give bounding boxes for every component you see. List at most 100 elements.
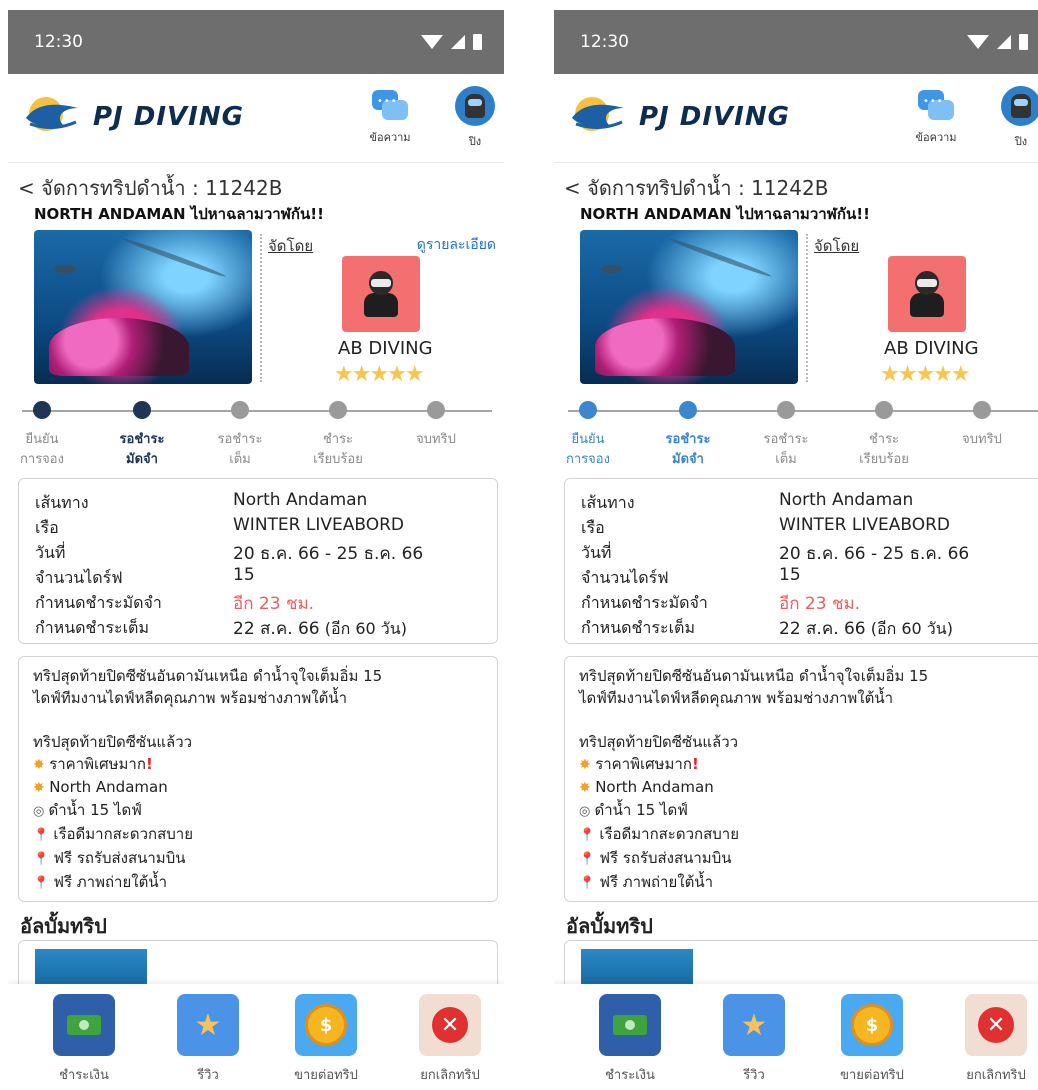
organizer-name: AB DIVING	[884, 338, 979, 359]
breadcrumb[interactable]: < จัดการทริปดำน้ำ : 11242B	[564, 172, 828, 204]
timeline-step-label: ยืนยัน การจอง	[566, 432, 610, 467]
app-header: PJ DIVING ••• ข้อความ ปิง	[554, 74, 1038, 163]
info-value: 20 ธ.ค. 66 - 25 ธ.ค. 66	[233, 544, 424, 564]
trip-info-card: เส้นทาง North Andaman เรือ WINTER LIVEABORD…	[18, 478, 498, 644]
status-time: 12:30	[580, 32, 629, 52]
info-label: กำหนดชำระมัดจำ	[581, 593, 708, 612]
info-label: จำนวนไดร์ฟ	[35, 568, 123, 587]
chat-icon: •••	[918, 90, 954, 122]
description-bullet: ✸ ราคาพิเศษมาก!	[579, 755, 699, 773]
pay-button[interactable]: ชำระเงิน	[34, 994, 134, 1085]
breadcrumb[interactable]: < จัดการทริปดำน้ำ : 11242B	[18, 172, 282, 204]
user-name: ปิง	[468, 135, 482, 148]
messages-label: ข้อความ	[915, 131, 957, 144]
nav-label: ยกเลิกทริป	[966, 1068, 1026, 1083]
view-details-link[interactable]: ดูรายละเอียด	[417, 234, 496, 256]
organizer-logo[interactable]	[342, 256, 420, 332]
diver-icon	[908, 271, 946, 317]
messages-button[interactable]: ••• ข้อความ	[908, 86, 964, 146]
screen-blue-timeline: 12:30 PJ DIVING ••• ข้อความ ปิง < จัดการ…	[554, 10, 1038, 1090]
description-bullet: ✸ ราคาพิเศษมาก!	[33, 755, 153, 773]
nav-label: ยกเลิกทริป	[420, 1068, 480, 1083]
timeline-step-dot	[231, 401, 249, 419]
burst-icon: ✸	[579, 780, 596, 796]
pay-button[interactable]: ชำระเงิน	[580, 994, 680, 1085]
logo-icon	[572, 97, 624, 131]
timeline-step-dot	[579, 401, 597, 419]
info-value: WINTER LIVEABORD	[779, 515, 951, 535]
timeline-step-label: รอชำระ มัดจำ	[119, 432, 165, 467]
review-button[interactable]: ★ รีวิว	[704, 994, 804, 1085]
review-button[interactable]: ★ รีวิว	[158, 994, 258, 1085]
brand-name: PJ DIVING	[639, 102, 790, 132]
timeline-step-dot	[133, 401, 151, 419]
resell-icon: $	[841, 994, 903, 1056]
timeline-step-label: จบทริป	[416, 432, 456, 447]
status-bar: 12:30	[8, 10, 504, 74]
battery-icon	[1019, 34, 1028, 50]
info-label: จำนวนไดร์ฟ	[581, 568, 669, 587]
brand-name: PJ DIVING	[93, 102, 244, 132]
status-time: 12:30	[34, 32, 83, 52]
info-value: อีก 23 ชม.	[233, 594, 315, 614]
snorkel-icon: ◎	[579, 804, 595, 819]
description-intro: ทริปสุดท้ายปิดซีซันอันดามันเหนือ ดำน้ำจุ…	[579, 667, 929, 685]
info-label: เส้นทาง	[35, 493, 89, 512]
info-value: 22 ส.ค. 66 (อีก 60 วัน)	[233, 619, 407, 639]
pin-icon: 📍	[33, 828, 54, 843]
status-bar: 12:30	[554, 10, 1038, 74]
pin-icon: 📍	[33, 852, 54, 867]
pin-icon: 📍	[33, 876, 54, 891]
resell-icon: $	[295, 994, 357, 1056]
info-value: 15	[779, 565, 801, 585]
timeline-step-label: จบทริป	[962, 432, 1002, 447]
pin-icon: 📍	[579, 828, 600, 843]
description-intro: ทริปสุดท้ายปิดซีซันอันดามันเหนือ ดำน้ำจุ…	[33, 667, 383, 685]
description-bullet: 📍 ฟรี รถรับส่งสนามบิน	[33, 849, 186, 867]
trip-photo	[580, 230, 798, 384]
diver-icon	[362, 271, 400, 317]
messages-label: ข้อความ	[369, 131, 411, 144]
description-intro-2: ไดฟ์ทีมงานไดฟ์หลีดคุณภาพ พร้อมช่างภาพใต้…	[33, 689, 348, 707]
nav-label: ขายต่อทริป	[840, 1068, 904, 1083]
organizer-label: จัดโดย	[268, 237, 314, 255]
description-closing: ทริปสุดท้ายปิดซีซันแล้วว	[579, 733, 739, 751]
description-bullet: ✸ North Andaman	[579, 778, 714, 796]
timeline-step-dot	[777, 401, 795, 419]
timeline-step-dot	[329, 401, 347, 419]
trip-info-card: เส้นทาง North Andaman เรือ WINTER LIVEABORD…	[564, 478, 1038, 644]
snorkel-icon: ◎	[33, 804, 49, 819]
organizer-name: AB DIVING	[338, 338, 433, 359]
resell-button[interactable]: $ ขายต่อทริป	[822, 994, 922, 1085]
burst-icon: ✸	[579, 757, 596, 773]
bottom-action-bar: ชำระเงิน ★ รีวิว $ ขายต่อทริป ✕ ยกเลิกทริป	[554, 984, 1038, 1090]
resell-button[interactable]: $ ขายต่อทริป	[276, 994, 376, 1085]
profile-button[interactable]: ปิง	[448, 86, 502, 150]
cancel-trip-button[interactable]: ✕ ยกเลิกทริป	[946, 994, 1038, 1085]
review-icon: ★	[723, 994, 785, 1056]
description-bullets: ✸ ราคาพิเศษมาก! ✸ North Andaman ◎ ดำน้ำ 15…	[579, 753, 1029, 895]
avatar	[1001, 86, 1038, 126]
description-bullet: ◎ ดำน้ำ 15 ไดฟ์	[579, 801, 688, 819]
info-label: วันที่	[581, 543, 612, 562]
info-label: เส้นทาง	[581, 493, 635, 512]
trip-title: NORTH ANDAMAN ไปหาฉลามวาฬกัน!!	[580, 205, 870, 223]
trip-photo	[34, 230, 252, 384]
rating-stars: ★★★★★	[880, 362, 971, 387]
description-bullet: ◎ ดำน้ำ 15 ไดฟ์	[33, 801, 142, 819]
cancel-icon: ✕	[965, 994, 1027, 1056]
timeline-step-label: ชำระ เรียบร้อย	[859, 432, 909, 467]
cancel-trip-button[interactable]: ✕ ยกเลิกทริป	[400, 994, 500, 1085]
description-bullet: 📍 ฟรี รถรับส่งสนามบิน	[579, 849, 732, 867]
nav-label: รีวิว	[197, 1068, 219, 1083]
organizer-logo[interactable]	[888, 256, 966, 332]
profile-button[interactable]: ปิง	[994, 86, 1038, 150]
avatar	[455, 86, 495, 126]
app-header: PJ DIVING ••• ข้อความ ปิง	[8, 74, 504, 163]
info-label: เรือ	[35, 518, 59, 537]
organizer-label: จัดโดย	[814, 237, 860, 255]
nav-label: รีวิว	[743, 1068, 765, 1083]
timeline-step-dot	[875, 401, 893, 419]
info-value: 15	[233, 565, 255, 585]
messages-button[interactable]: ••• ข้อความ	[362, 86, 418, 146]
